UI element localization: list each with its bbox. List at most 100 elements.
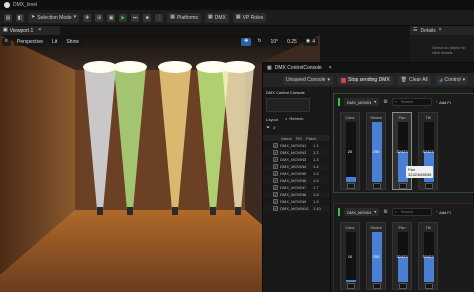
fader-fill: [346, 177, 356, 182]
stop-sending-label: Stop sending DMX: [347, 77, 390, 83]
move-tool-button[interactable]: ✥: [241, 37, 252, 46]
fader-strobe[interactable]: Strobe 255: [366, 222, 386, 290]
patch-row[interactable]: ✓ DMX_MOVIN 10 1.10: [263, 205, 330, 212]
viewport-menu-button[interactable]: ≡: [2, 37, 11, 46]
filter-icon[interactable]: ⏷: [266, 126, 270, 131]
camera-speed-button[interactable]: ◉ 4: [302, 37, 318, 46]
vp-roles-button[interactable]: ▦ VP Roles: [232, 12, 267, 23]
add-fixture-button[interactable]: + Add Fi: [436, 210, 451, 215]
patch-row-checkbox[interactable]: ✓: [273, 199, 278, 204]
settings-icon[interactable]: ⚙: [383, 99, 387, 105]
fader-group-2[interactable]: DMX_MOVIN ▾ ⚙ ⌕ Search + Add Fi Color 10 S…: [333, 203, 474, 292]
search-icon: ⌕: [394, 99, 397, 104]
add-actor-icon[interactable]: ✚: [83, 13, 92, 22]
fader-enable-checkbox[interactable]: [425, 283, 433, 289]
patch-row-checkbox[interactable]: ✓: [273, 185, 278, 190]
patch-row[interactable]: ✓ DMX_MOVIN 4 1.4: [263, 163, 330, 170]
moving-head-fixture[interactable]: [127, 207, 133, 215]
selection-mode-button[interactable]: ➤ Selection Mode ▾: [28, 12, 80, 23]
perspective-button[interactable]: Perspective: [13, 37, 47, 46]
library-selector[interactable]: [266, 98, 310, 112]
patch-row[interactable]: ✓ DMX_MOVIN 5 1.5: [263, 170, 330, 177]
patch-row-checkbox[interactable]: ✓: [273, 143, 278, 148]
blueprint-icon[interactable]: ⊞: [95, 13, 104, 22]
patch-row-checkbox[interactable]: ✓: [273, 192, 278, 197]
fader-pan[interactable]: Pan 32423: [392, 222, 412, 290]
clear-all-button[interactable]: 🗑 Clear All: [397, 75, 431, 85]
stop-sending-dmx-button[interactable]: Stop sending DMX: [337, 75, 393, 85]
settings-icon[interactable]: ⚙: [383, 209, 387, 215]
add-fixture-button[interactable]: + Add Fi: [436, 100, 451, 105]
dmx-button[interactable]: ▦ DMX: [205, 12, 229, 23]
close-icon[interactable]: ×: [439, 28, 442, 33]
search-icon: ⌕: [394, 209, 397, 214]
save-icon[interactable]: ▤: [4, 13, 12, 22]
fader-enable-checkbox[interactable]: [425, 183, 433, 189]
fader-enable-checkbox[interactable]: [347, 283, 355, 289]
stop-icon[interactable]: ■: [143, 13, 152, 22]
lit-button[interactable]: Lit: [49, 37, 61, 46]
patch-row[interactable]: ✓ DMX_MOVIN 6 1.6: [263, 177, 330, 184]
patch-row-patch: 1.5: [313, 171, 319, 176]
patch-row[interactable]: ✓ DMX_MOVIN 2 1.2: [263, 149, 330, 156]
patch-row[interactable]: ✓ DMX_MOVIN 9 1.9: [263, 198, 330, 205]
patch-row-checkbox[interactable]: ✓: [273, 150, 278, 155]
close-icon[interactable]: ×: [38, 28, 41, 33]
moving-head-fixture[interactable]: [210, 207, 216, 215]
cinematics-icon[interactable]: ▣: [107, 13, 116, 22]
console-toolbar: Unsaved Console ▾ Stop sending DMX 🗑 Cle…: [263, 73, 474, 87]
moving-head-fixture[interactable]: [172, 207, 178, 215]
fader-color[interactable]: Color 20: [340, 112, 360, 190]
patch-row-checkbox[interactable]: ✓: [273, 171, 278, 176]
play-icon[interactable]: ▶: [119, 13, 128, 22]
plus-icon: +: [435, 209, 439, 214]
fader-enable-checkbox[interactable]: [399, 283, 407, 289]
patch-row-checkbox[interactable]: ✓: [273, 157, 278, 162]
fader-strobe[interactable]: Strobe 255: [366, 112, 386, 190]
fader-enable-checkbox[interactable]: [373, 283, 381, 289]
fov-button[interactable]: 10°: [267, 37, 282, 46]
patch-row[interactable]: ✓ DMX_MOVIN 8 1.8: [263, 191, 330, 198]
fader-enable-checkbox[interactable]: [373, 183, 381, 189]
moving-head-fixture[interactable]: [97, 207, 103, 215]
fader-pan[interactable]: Pan 32423: [392, 112, 412, 190]
patch-row[interactable]: ✓ DMX_MOVIN 7 1.7: [263, 184, 330, 191]
patch-row[interactable]: ✓ DMX_MOVIN 1 1.1: [263, 142, 330, 149]
title-bar: DMX_level: [0, 0, 474, 10]
window-title: DMX_level: [13, 2, 38, 8]
details-tab[interactable]: ☰ Details ×: [410, 26, 474, 35]
patch-row-checkbox[interactable]: ✓: [273, 164, 278, 169]
fader-enable-checkbox[interactable]: [347, 183, 355, 189]
patch-row-checkbox[interactable]: ✓: [273, 178, 278, 183]
refresh-label: Refresh: [289, 116, 304, 121]
skip-icon[interactable]: ⏭: [131, 13, 140, 22]
search-icon[interactable]: ⌕: [273, 126, 276, 131]
fader-enable-checkbox[interactable]: [399, 183, 407, 189]
fixture-dropdown[interactable]: DMX_MOVIN ▾: [344, 208, 380, 216]
patch-row-checkbox[interactable]: ✓: [273, 206, 278, 211]
patch-row-name: DMX_MOVIN: [280, 157, 305, 162]
fader-search-input[interactable]: ⌕ Search: [391, 98, 432, 106]
fader-color[interactable]: Color 10: [340, 222, 360, 290]
content-icon[interactable]: ◧: [16, 13, 24, 22]
platforms-button[interactable]: ▦ Platforms: [167, 12, 202, 23]
patch-row-patch: 1.10: [313, 206, 321, 211]
console-title: DMX ControlConsole: [274, 65, 322, 71]
show-button[interactable]: Show: [63, 37, 82, 46]
control-dropdown[interactable]: ◢ Control ▾: [435, 75, 469, 85]
fixture-dropdown[interactable]: DMX_MOVIN ▾: [344, 98, 380, 106]
refresh-button[interactable]: ● Refresh: [285, 116, 303, 121]
more-icon[interactable]: ⋮: [155, 13, 164, 22]
fader-tilt[interactable]: Tilt 32423: [418, 222, 438, 290]
chevron-down-icon: ▾: [374, 99, 377, 104]
fader-group-1[interactable]: DMX_MOVIN ▾ ⚙ ⌕ Search + Add Fi Color 20 S…: [333, 93, 474, 193]
patch-row[interactable]: ✓ DMX_MOVIN 3 1.3: [263, 156, 330, 163]
fader-search-input[interactable]: ⌕ Search: [391, 208, 432, 216]
fader-tilt[interactable]: Tilt 32423: [418, 112, 438, 190]
rotate-tool-button[interactable]: ↻: [254, 37, 265, 46]
snap-scale-button[interactable]: 0.25: [284, 37, 300, 46]
console-select-dropdown[interactable]: Unsaved Console ▾: [283, 75, 333, 85]
viewport-tab[interactable]: ▣ Viewport 1 ×: [0, 26, 60, 35]
close-icon[interactable]: ×: [329, 65, 332, 71]
moving-head-fixture[interactable]: [235, 207, 241, 215]
